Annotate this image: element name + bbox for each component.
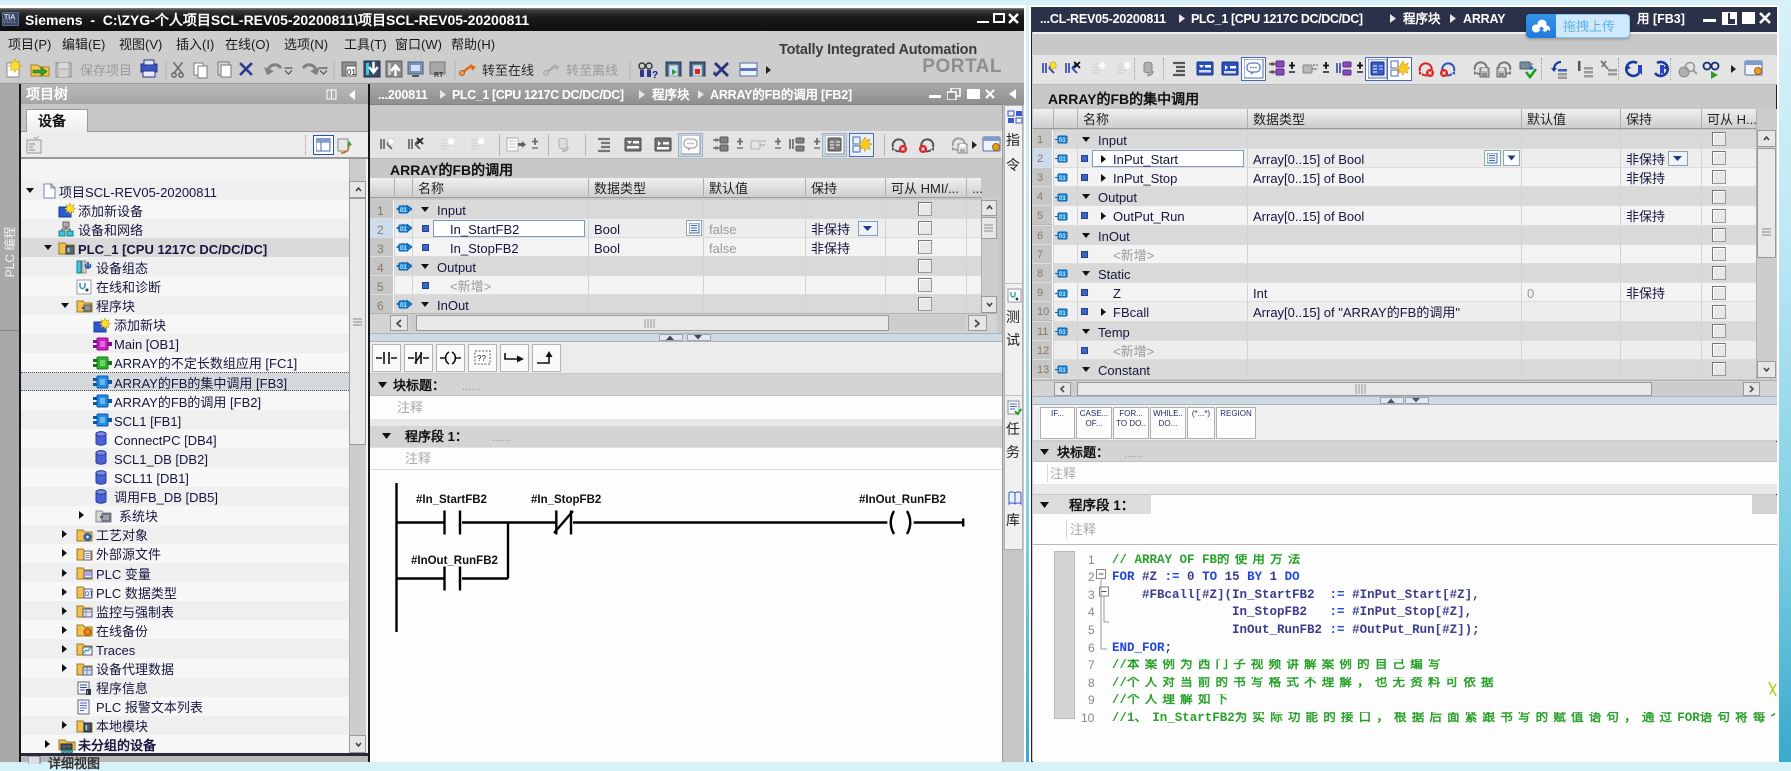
svg-text:RT: RT: [434, 72, 444, 79]
svg-text:01: 01: [1059, 196, 1066, 202]
svg-text:01: 01: [1059, 368, 1066, 374]
svg-text:01: 01: [1059, 272, 1066, 278]
svg-text:??: ??: [477, 354, 486, 363]
svg-text:01: 01: [400, 265, 407, 271]
svg-text:01: 01: [1059, 157, 1066, 163]
svg-text:01: 01: [400, 246, 407, 252]
svg-text:01: 01: [400, 208, 407, 214]
svg-text:?: ?: [652, 70, 658, 81]
svg-text:01: 01: [347, 68, 356, 77]
svg-text:01: 01: [1059, 311, 1066, 317]
svg-text:01: 01: [400, 303, 407, 309]
svg-text:01: 01: [1059, 330, 1066, 336]
svg-text:01: 01: [1059, 292, 1066, 298]
svg-text:01: 01: [1059, 176, 1066, 182]
svg-text:01: 01: [1059, 215, 1066, 221]
svg-text:转至在线: 转至在线: [482, 63, 534, 78]
svg-text:保存项目: 保存项目: [80, 63, 132, 78]
svg-text:01: 01: [1059, 138, 1066, 144]
svg-text:01: 01: [400, 227, 407, 233]
svg-text:01: 01: [1059, 234, 1066, 240]
svg-text:DT: DT: [85, 592, 93, 598]
svg-text:i: i: [87, 690, 88, 696]
svg-text:转至离线: 转至离线: [566, 63, 618, 78]
